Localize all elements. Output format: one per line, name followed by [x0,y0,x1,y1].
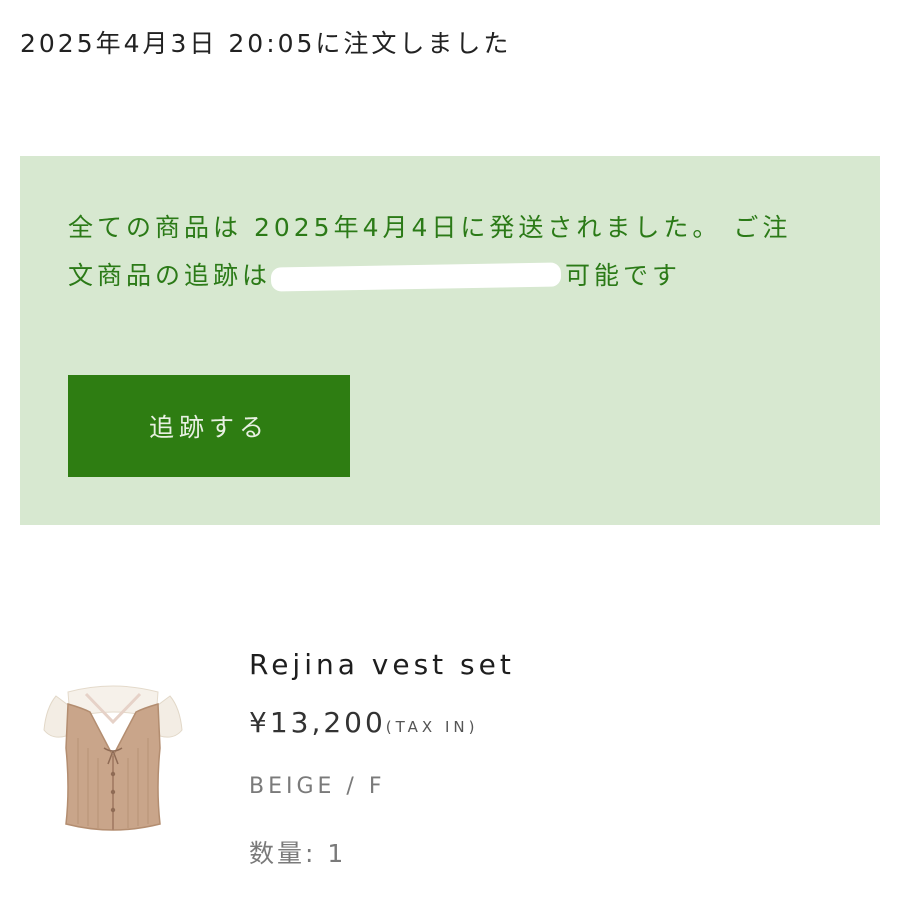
product-item: Rejina vest set ¥13,200(TAX IN) BEIGE / … [0,640,900,900]
product-price: ¥13,200 [249,706,386,739]
shipping-notice: 全ての商品は 2025年4月4日に発送されました。 ご注文商品の追跡は 可能です … [20,156,880,525]
track-button[interactable]: 追跡する [68,375,350,477]
redacted-tracking-info [270,262,562,292]
order-detail-page: 2025年4月3日 20:05に注文しました 全ての商品は 2025年4月4日に… [0,0,900,900]
product-variant: BEIGE / F [249,774,386,799]
tax-note: (TAX IN) [385,718,479,736]
vest-set-thumbnail-icon[interactable] [38,678,188,838]
product-name[interactable]: Rejina vest set [249,648,515,681]
order-date: 2025年4月3日 20:05に注文しました [20,29,512,58]
product-price-row: ¥13,200(TAX IN) [249,706,478,739]
product-quantity: 数量: 1 [249,839,347,868]
shipping-notice-text: 全ての商品は 2025年4月4日に発送されました。 ご注文商品の追跡は 可能です [68,204,798,300]
shipping-notice-message-end: 可能です [565,261,682,290]
